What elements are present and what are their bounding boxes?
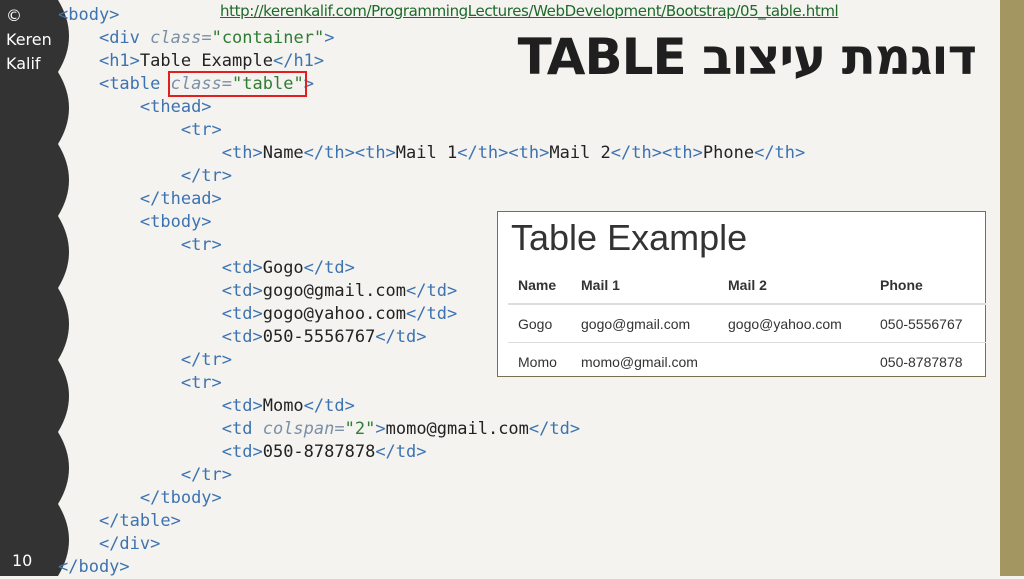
preview-table: Name Mail 1 Mail 2 Phone Gogo gogo@gmail…	[508, 272, 986, 380]
code-h1-text: Table Example	[139, 51, 273, 71]
preview-header-row: Name Mail 1 Mail 2 Phone	[508, 272, 986, 305]
slide-number: 10	[12, 551, 33, 570]
preview-cell: Gogo	[508, 303, 571, 343]
author-first-name: Keren	[6, 30, 52, 49]
preview-th-name: Name	[508, 272, 571, 305]
code-td-r2-1: Momo	[262, 396, 304, 416]
class-highlight-box: class="table"	[167, 71, 307, 97]
preview-th-mail1: Mail 1	[571, 272, 718, 305]
code-container-class: container	[221, 28, 314, 48]
code-td-r1-3: gogo@yahoo.com	[262, 304, 407, 324]
preview-cell: gogo@gmail.com	[571, 303, 718, 343]
preview-th-mail2: Mail 2	[718, 272, 870, 305]
code-th-2: Mail 1	[395, 143, 458, 163]
code-table-class: table	[242, 74, 294, 94]
slide-title: דוגמת עיצוב TABLE	[517, 28, 977, 86]
code-th-3: Mail 2	[549, 143, 611, 163]
preview-cell: momo@gmail.com	[571, 342, 718, 380]
preview-cell: 050-8787878	[870, 342, 986, 380]
preview-cell: 050-5556767	[870, 303, 986, 343]
code-th-4: Phone	[702, 143, 755, 163]
code-th-1: Name	[262, 143, 304, 163]
code-td-r1-1: Gogo	[262, 258, 304, 278]
preview-cell: Momo	[508, 342, 571, 380]
right-band	[1000, 0, 1024, 576]
rendered-preview: Table Example Name Mail 1 Mail 2 Phone G…	[497, 211, 986, 380]
copyright-symbol: ©	[6, 6, 22, 25]
preview-th-phone: Phone	[870, 272, 986, 305]
code-td-r2-2: momo@gmail.com	[385, 419, 529, 439]
code-colspan-value: 2	[354, 419, 366, 439]
code-td-r1-2: gogo@gmail.com	[262, 281, 407, 301]
preview-heading: Table Example	[511, 217, 748, 258]
code-td-r2-3: 050-8787878	[262, 442, 376, 462]
source-url-link[interactable]: http://kerenkalif.com/ProgrammingLecture…	[220, 2, 839, 20]
preview-cell: gogo@yahoo.com	[718, 303, 870, 343]
table-row: Gogo gogo@gmail.com gogo@yahoo.com 050-5…	[508, 303, 986, 343]
table-row: Momo momo@gmail.com 050-8787878	[508, 342, 986, 380]
preview-cell	[718, 342, 870, 380]
author-last-name: Kalif	[6, 54, 41, 73]
code-td-r1-4: 050-5556767	[262, 327, 376, 347]
